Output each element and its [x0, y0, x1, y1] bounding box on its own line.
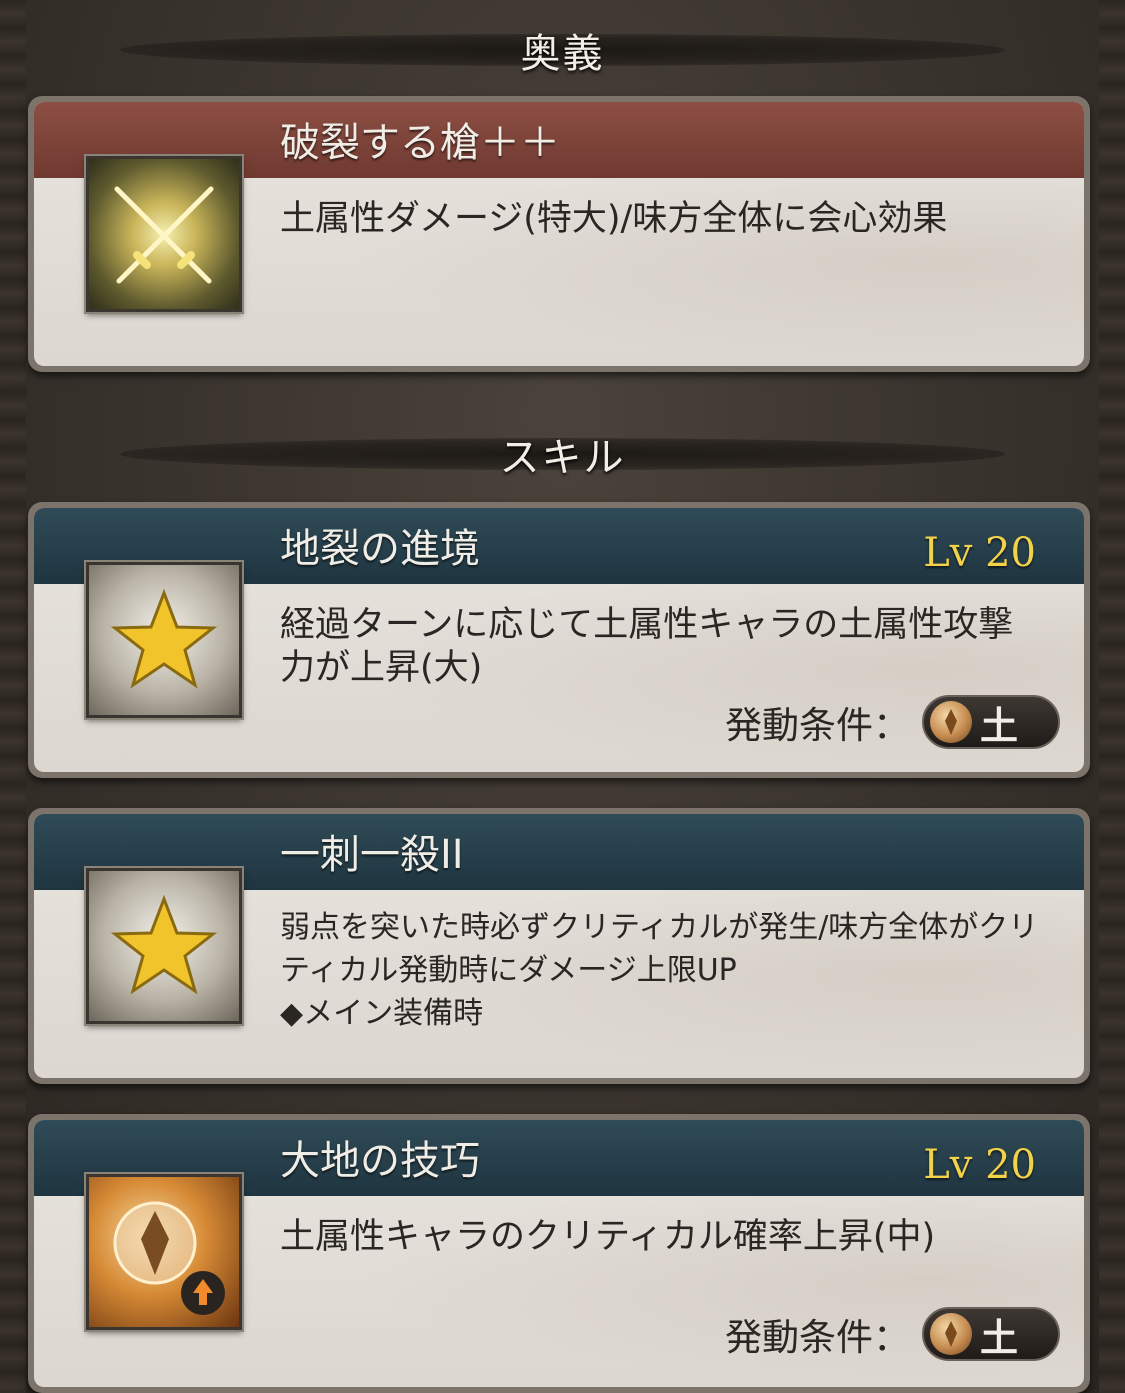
- skill-2-description: 弱点を突いた時必ずクリティカルが発生/味方全体がクリティカル発動時にダメージ上限…: [280, 910, 1039, 988]
- earth-element-badge: 土: [922, 1307, 1060, 1361]
- earth-element-icon: [930, 1313, 972, 1355]
- skill-1-condition: 発動条件： 土: [725, 694, 1060, 750]
- skill-2-title: 一刺一殺II: [280, 832, 464, 878]
- earth-element-icon: [930, 701, 972, 743]
- crossed-swords-icon: [86, 156, 242, 312]
- earth-critical-icon: [86, 1174, 242, 1330]
- skill-1-condition-element: 土: [980, 703, 1019, 748]
- frame-border-left: [0, 0, 26, 1393]
- skill-2-note: ◆メイン装備時: [280, 996, 484, 1031]
- skill-3-condition-element: 土: [980, 1315, 1019, 1360]
- skill-card-3[interactable]: 大地の技巧 Lv 20 土属性キャラのクリティカル確率上昇(中) 発動条件： 土: [28, 1114, 1090, 1393]
- skill-1-title: 地裂の進境: [280, 526, 480, 572]
- ougi-section-title: 奥義: [520, 31, 605, 77]
- skill-3-condition-label: 発動条件：: [725, 1316, 910, 1359]
- star-icon: [86, 868, 242, 1024]
- star-icon: [86, 562, 242, 718]
- skill-3-title: 大地の技巧: [280, 1138, 480, 1184]
- skill-card-1[interactable]: 地裂の進境 Lv 20 経過ターンに応じて土属性キャラの土属性攻撃力が上昇(大)…: [28, 502, 1090, 778]
- ougi-card[interactable]: 破裂する槍＋＋ 土属性ダメージ(特大)/味方全体に会心効果: [28, 96, 1090, 372]
- ougi-title: 破裂する槍＋＋: [280, 120, 560, 166]
- earth-element-badge: 土: [922, 695, 1060, 749]
- skill-3-description: 土属性キャラのクリティカル確率上昇(中): [280, 1217, 936, 1257]
- skill-section-title: スキル: [499, 435, 626, 481]
- frame-border-right: [1099, 0, 1125, 1393]
- ougi-description: 土属性ダメージ(特大)/味方全体に会心効果: [280, 199, 948, 239]
- skill-1-condition-label: 発動条件：: [725, 704, 910, 747]
- skill-1-description: 経過ターンに応じて土属性キャラの土属性攻撃力が上昇(大): [280, 605, 1014, 688]
- skill-3-condition: 発動条件： 土: [725, 1306, 1060, 1362]
- skill-3-level: Lv 20: [923, 1142, 1036, 1188]
- skill-card-2[interactable]: 一刺一殺II 弱点を突いた時必ずクリティカルが発生/味方全体がクリティカル発動時…: [28, 808, 1090, 1084]
- skill-1-level: Lv 20: [923, 530, 1036, 576]
- skill-section-header: スキル: [120, 426, 1005, 482]
- ougi-section-header: 奥義: [120, 22, 1005, 78]
